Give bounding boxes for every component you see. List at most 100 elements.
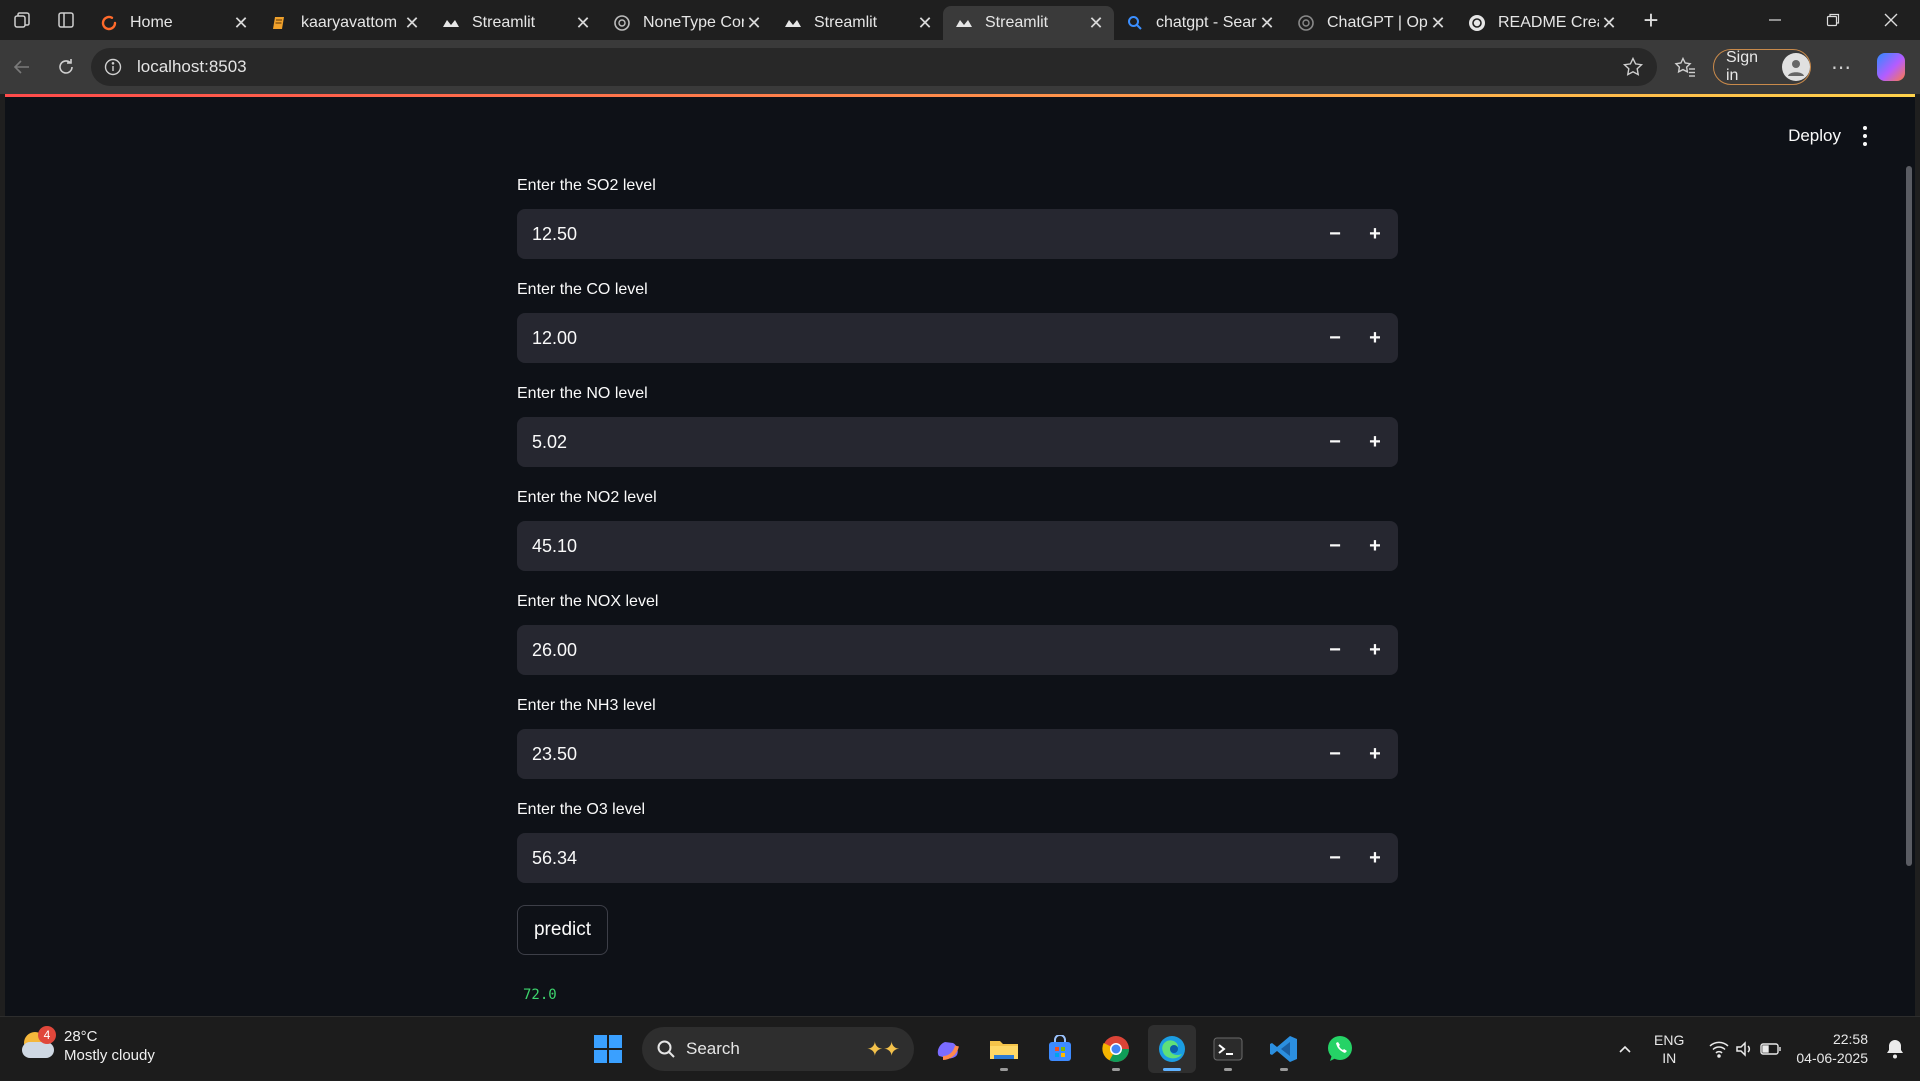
increment-button[interactable]: +: [1355, 729, 1395, 779]
system-clock[interactable]: 22:58 04-06-2025: [1796, 1030, 1868, 1068]
language-indicator[interactable]: ENG IN: [1654, 1031, 1684, 1067]
favorite-star-icon[interactable]: [1619, 53, 1647, 81]
weather-temp: 28°C: [64, 1028, 98, 1045]
tab-title: Home: [130, 14, 173, 31]
browser-tab[interactable]: kaaryavattom ✕: [259, 6, 430, 40]
window-controls: [1746, 0, 1920, 40]
number-input[interactable]: 23.50 − +: [517, 729, 1398, 779]
favorites-icon[interactable]: [1663, 45, 1707, 89]
browser-tab[interactable]: README Crea ✕: [1456, 6, 1627, 40]
tab-title: NoneType Cor: [643, 14, 744, 31]
browser-tab-active[interactable]: Streamlit ✕: [943, 6, 1114, 40]
nox-field: Enter the NOX level 26.00 − +: [517, 590, 1398, 675]
decrement-button[interactable]: −: [1315, 625, 1355, 675]
openai-icon: [1468, 14, 1486, 32]
browser-tab[interactable]: ChatGPT | Op ✕: [1285, 6, 1456, 40]
restore-icon[interactable]: [1804, 0, 1862, 40]
taskbar-terminal[interactable]: [1204, 1025, 1252, 1073]
input-value[interactable]: 56.34: [517, 848, 1315, 869]
start-button[interactable]: [584, 1025, 632, 1073]
address-bar[interactable]: localhost:8503: [91, 48, 1657, 86]
number-input[interactable]: 26.00 − +: [517, 625, 1398, 675]
increment-button[interactable]: +: [1355, 521, 1395, 571]
sparkle-icon: ✦✦: [866, 1038, 900, 1061]
site-info-icon[interactable]: [101, 55, 125, 79]
wifi-icon[interactable]: [1706, 1040, 1732, 1058]
close-icon[interactable]: ✕: [573, 13, 593, 33]
whatsapp-icon: [1328, 1036, 1352, 1061]
minimize-icon[interactable]: [1746, 0, 1804, 40]
close-icon[interactable]: ✕: [231, 13, 251, 33]
taskbar-store[interactable]: [1036, 1025, 1084, 1073]
increment-button[interactable]: +: [1355, 209, 1395, 259]
weather-widget[interactable]: 4 28°C Mostly cloudy: [20, 1026, 155, 1065]
predict-button[interactable]: predict: [517, 905, 608, 955]
back-arrow-icon[interactable]: [0, 45, 44, 89]
folder-icon: [990, 1041, 1018, 1059]
browser-tab[interactable]: Home ✕: [88, 6, 259, 40]
chevron-up-icon[interactable]: [1610, 1041, 1640, 1057]
decrement-button[interactable]: −: [1315, 833, 1355, 883]
input-value[interactable]: 12.00: [517, 328, 1315, 349]
close-icon[interactable]: ✕: [744, 13, 764, 33]
input-value[interactable]: 26.00: [517, 640, 1315, 661]
number-input[interactable]: 12.50 − +: [517, 209, 1398, 259]
taskbar-vscode[interactable]: [1260, 1025, 1308, 1073]
more-options-icon[interactable]: ⋯: [1819, 45, 1863, 89]
browser-tab[interactable]: NoneType Cor ✕: [601, 6, 772, 40]
input-value[interactable]: 5.02: [517, 432, 1315, 453]
number-input[interactable]: 5.02 − +: [517, 417, 1398, 467]
decrement-button[interactable]: −: [1315, 521, 1355, 571]
increment-button[interactable]: +: [1355, 833, 1395, 883]
close-window-icon[interactable]: [1862, 0, 1920, 40]
streamlit-header-decoration: [5, 94, 1915, 97]
deploy-button[interactable]: Deploy: [1788, 126, 1841, 146]
field-label: Enter the NO2 level: [517, 489, 657, 506]
increment-button[interactable]: +: [1355, 313, 1395, 363]
input-value[interactable]: 23.50: [517, 744, 1315, 765]
reload-icon[interactable]: [44, 45, 88, 89]
taskbar-whatsapp[interactable]: [1316, 1025, 1364, 1073]
browser-tab[interactable]: chatgpt - Sear ✕: [1114, 6, 1285, 40]
taskbar-edge[interactable]: [1148, 1025, 1196, 1073]
browser-tab[interactable]: Streamlit ✕: [772, 6, 943, 40]
url-text[interactable]: localhost:8503: [137, 57, 1619, 77]
sign-in-button[interactable]: Sign in: [1713, 49, 1811, 85]
chrome-icon: [1102, 1036, 1130, 1063]
copilot-icon[interactable]: [1877, 53, 1905, 81]
new-tab-button[interactable]: +: [1631, 0, 1671, 40]
notification-bell-icon[interactable]: [1878, 1039, 1912, 1059]
volume-icon[interactable]: [1732, 1040, 1758, 1058]
number-input[interactable]: 12.00 − +: [517, 313, 1398, 363]
decrement-button[interactable]: −: [1315, 209, 1355, 259]
close-icon[interactable]: ✕: [1086, 13, 1106, 33]
workspaces-icon[interactable]: [0, 0, 44, 40]
decrement-button[interactable]: −: [1315, 417, 1355, 467]
increment-button[interactable]: +: [1355, 417, 1395, 467]
battery-icon[interactable]: [1758, 1042, 1784, 1056]
vertical-tabs-icon[interactable]: [44, 0, 88, 40]
taskbar-chrome[interactable]: [1092, 1025, 1140, 1073]
close-icon[interactable]: ✕: [915, 13, 935, 33]
close-icon[interactable]: ✕: [402, 13, 422, 33]
input-value[interactable]: 45.10: [517, 536, 1315, 557]
nh3-field: Enter the NH3 level 23.50 − +: [517, 694, 1398, 779]
taskbar-search[interactable]: Search ✦✦: [642, 1027, 914, 1071]
main-menu-icon[interactable]: [1855, 124, 1875, 148]
increment-button[interactable]: +: [1355, 625, 1395, 675]
decrement-button[interactable]: −: [1315, 313, 1355, 363]
taskbar-file-explorer[interactable]: [980, 1025, 1028, 1073]
search-icon: [1126, 14, 1144, 32]
browser-tab[interactable]: Streamlit ✕: [430, 6, 601, 40]
sign-in-label: Sign in: [1726, 49, 1759, 84]
close-icon[interactable]: ✕: [1599, 13, 1619, 33]
decrement-button[interactable]: −: [1315, 729, 1355, 779]
store-icon: [1049, 1035, 1071, 1061]
input-value[interactable]: 12.50: [517, 224, 1315, 245]
page-scrollbar[interactable]: [1906, 166, 1912, 866]
close-icon[interactable]: ✕: [1257, 13, 1277, 33]
number-input[interactable]: 45.10 − +: [517, 521, 1398, 571]
number-input[interactable]: 56.34 − +: [517, 833, 1398, 883]
taskbar-copilot[interactable]: [924, 1025, 972, 1073]
close-icon[interactable]: ✕: [1428, 13, 1448, 33]
